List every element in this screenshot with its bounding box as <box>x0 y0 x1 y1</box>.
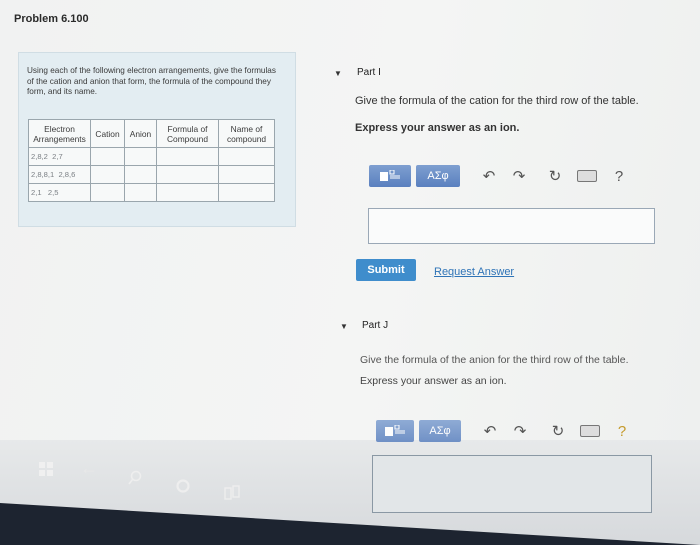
reset-icon[interactable]: ↻ <box>540 167 570 185</box>
table-cell: 2,8,2 2,7 <box>28 147 91 166</box>
table-row: 2,8,8,1 2,8,6 <box>28 165 275 184</box>
greek-symbols-button[interactable]: ΑΣφ <box>416 165 460 187</box>
table-cell <box>90 147 125 166</box>
table-cell <box>90 165 125 184</box>
redo-icon[interactable]: ↷ <box>505 422 535 440</box>
help-button[interactable]: ? <box>607 423 637 440</box>
templates-icon <box>380 170 400 181</box>
table-cell <box>218 183 275 202</box>
cell-value: 2,1 <box>31 188 42 197</box>
part-j-express-note: Express your answer as an ion. <box>360 375 507 387</box>
problem-instructions: Using each of the following electron arr… <box>27 66 276 97</box>
table-cell <box>124 183 157 202</box>
cell-value: 2,8,6 <box>58 170 76 179</box>
table-cell <box>90 183 125 202</box>
part-j-label[interactable]: Part J <box>362 320 388 331</box>
table-cell <box>124 147 157 166</box>
table-row: 2,1 2,5 <box>28 183 275 202</box>
templates-button[interactable] <box>376 420 414 442</box>
table-header: Anion <box>124 119 157 148</box>
templates-button[interactable] <box>369 165 411 187</box>
table-cell <box>156 147 219 166</box>
keyboard-icon[interactable] <box>573 425 607 437</box>
windows-start-icon[interactable] <box>39 462 53 481</box>
undo-icon[interactable]: ↶ <box>474 167 504 185</box>
table-header: Formula of Compound <box>156 119 219 148</box>
table-header: Electron Arrangements <box>28 119 91 148</box>
part-i-question: Give the formula of the cation for the t… <box>355 95 639 107</box>
cell-value: 2,7 <box>52 152 63 161</box>
back-arrow-icon[interactable]: ← <box>80 458 98 479</box>
redo-icon[interactable]: ↷ <box>504 167 534 185</box>
table-cell <box>124 165 157 184</box>
table-cell <box>218 165 275 184</box>
collapse-part-i-caret-icon[interactable]: ▼ <box>334 69 342 78</box>
table-row: 2,8,2 2,7 <box>28 147 275 166</box>
part-i-math-toolbar: ΑΣφ ↶ ↷ ↻ ? <box>369 165 634 187</box>
reset-icon[interactable]: ↻ <box>543 422 573 440</box>
submit-button[interactable]: Submit <box>356 259 416 281</box>
electron-arrangements-table: Electron Arrangements Cation Anion Formu… <box>28 119 275 202</box>
part-i-answer-input[interactable] <box>368 208 655 244</box>
cortana-icon[interactable] <box>175 478 191 499</box>
part-j-question: Give the formula of the anion for the th… <box>360 354 629 366</box>
table-header: Cation <box>90 119 125 148</box>
table-cell: 2,1 2,5 <box>28 183 91 202</box>
problem-title: Problem 6.100 <box>14 13 89 25</box>
problem-statement-box: Using each of the following electron arr… <box>18 52 296 227</box>
templates-icon <box>385 425 405 436</box>
table-header: Name of compound <box>218 119 275 148</box>
table-cell <box>156 183 219 202</box>
greek-symbols-button[interactable]: ΑΣφ <box>419 420 461 442</box>
help-button[interactable]: ? <box>604 168 634 185</box>
table-header-row: Electron Arrangements Cation Anion Formu… <box>28 119 275 148</box>
undo-icon[interactable]: ↶ <box>475 422 505 440</box>
part-i-label[interactable]: Part I <box>357 67 381 78</box>
table-cell <box>218 147 275 166</box>
search-icon[interactable] <box>128 470 142 491</box>
cell-value: 2,8,2 <box>31 152 48 161</box>
keyboard-icon[interactable] <box>570 170 604 182</box>
table-cell: 2,8,8,1 2,8,6 <box>28 165 91 184</box>
cell-value: 2,5 <box>47 188 59 197</box>
table-cell <box>156 165 219 184</box>
part-j-answer-input[interactable] <box>372 455 652 513</box>
collapse-part-j-caret-icon[interactable]: ▼ <box>340 322 348 331</box>
part-j-math-toolbar: ΑΣφ ↶ ↷ ↻ ? <box>376 420 637 442</box>
cell-value: 2,8,8,1 <box>31 170 55 179</box>
part-i-express-note: Express your answer as an ion. <box>355 122 520 134</box>
task-view-icon[interactable] <box>224 485 240 506</box>
request-answer-link[interactable]: Request Answer <box>434 266 514 278</box>
